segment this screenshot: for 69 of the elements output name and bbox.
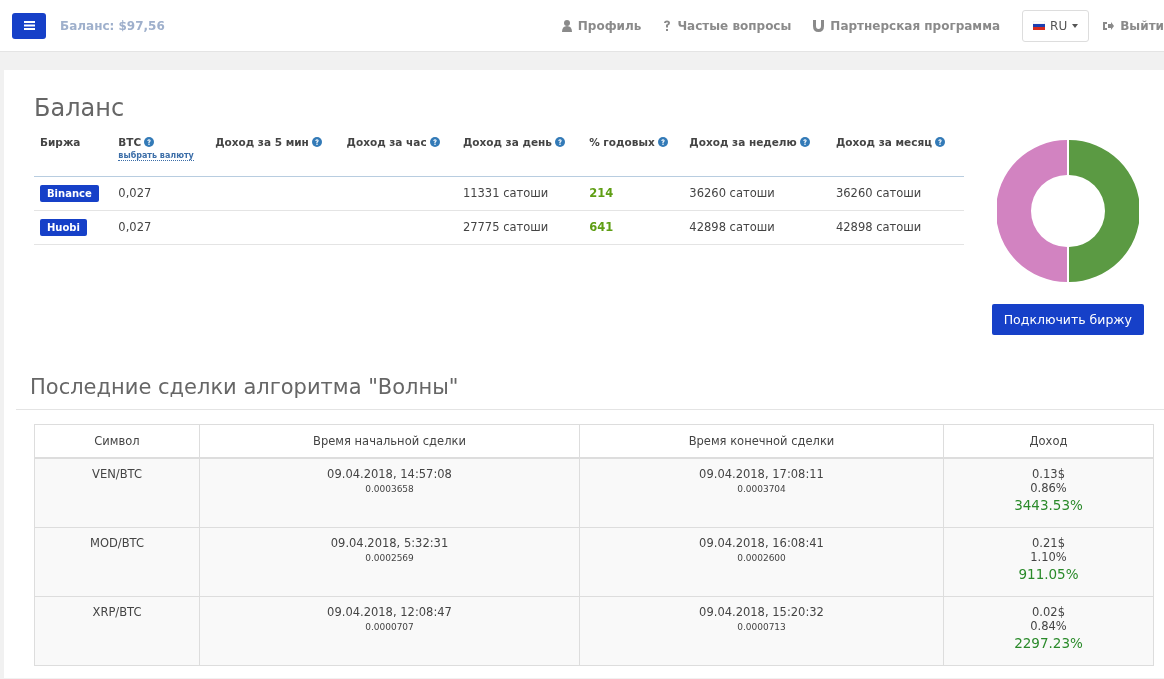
trade-time: 09.04.2018, 15:20:32 xyxy=(698,604,825,619)
trade-price: 0.0003658 xyxy=(364,484,415,494)
trade-price: 0.0000713 xyxy=(736,621,787,632)
help-icon[interactable] xyxy=(554,137,565,147)
column-header: Доход за неделю xyxy=(689,136,797,148)
trade-price: 0.0003704 xyxy=(736,484,787,494)
logout-link[interactable]: Выйти xyxy=(1103,18,1164,33)
exit-icon xyxy=(1103,20,1115,31)
trade-price: 0.0002600 xyxy=(736,552,787,563)
table-cell: 42898 сатоши xyxy=(683,210,830,244)
table-cell: 641 xyxy=(583,210,684,244)
table-cell: VEN/BTC xyxy=(34,458,200,527)
annual-percent: 2297.23% xyxy=(1013,634,1084,651)
trade-time: 09.04.2018, 14:57:08 xyxy=(326,467,453,481)
magnet-icon xyxy=(813,19,825,32)
trade-time: 09.04.2018, 5:32:31 xyxy=(329,535,450,550)
nav-link[interactable]: Профиль xyxy=(561,18,642,33)
nav-link[interactable]: Частые вопросы xyxy=(663,18,792,33)
column-header: % годовых xyxy=(589,136,655,148)
profit-usd: 0.02$ xyxy=(1031,604,1066,619)
help-icon[interactable] xyxy=(429,137,440,147)
column-header: BTC xyxy=(118,136,142,148)
table-cell: 0,027 xyxy=(112,176,210,210)
column-header: Доход за месяц xyxy=(835,136,932,148)
table-cell: 0,027 xyxy=(112,210,210,244)
help-icon[interactable] xyxy=(799,137,810,147)
table-cell: MOD/BTC xyxy=(34,527,200,596)
exchange-badge: Huobi xyxy=(40,218,87,236)
table-cell: 27775 сатоши xyxy=(456,210,584,244)
profit-usd: 0.21$ xyxy=(1031,535,1066,550)
question-icon xyxy=(663,19,672,32)
table-cell: 214 xyxy=(583,176,684,210)
trade-price: 0.0000707 xyxy=(364,621,415,632)
column-header: Доход за час xyxy=(346,136,427,148)
column-header: Доход за день xyxy=(462,136,552,148)
trade-time: 09.04.2018, 12:08:47 xyxy=(326,604,453,619)
profit-usd: 0.13$ xyxy=(1031,467,1066,481)
language-dropdown[interactable]: RU xyxy=(1022,9,1090,42)
user-icon xyxy=(561,19,572,32)
trade-time: 09.04.2018, 17:08:11 xyxy=(698,467,825,481)
connect-exchange-button[interactable]: Подключить биржу xyxy=(991,304,1144,335)
caret-icon xyxy=(1072,23,1079,28)
annual-percent: 3443.53% xyxy=(1013,497,1084,513)
trade-time: 09.04.2018, 16:08:41 xyxy=(698,535,825,550)
table-cell: XRP/BTC xyxy=(34,596,200,665)
flag-icon xyxy=(1033,21,1046,30)
help-icon[interactable] xyxy=(934,137,945,147)
annual-percent: 911.05% xyxy=(1017,565,1080,582)
exchange-badge: Binance xyxy=(40,184,99,202)
nav-link[interactable]: Партнерская программа xyxy=(813,18,1001,33)
menu-button[interactable] xyxy=(12,12,46,39)
table-cell: 36260 сатоши xyxy=(683,176,830,210)
profit-percent: 0.84% xyxy=(1029,618,1068,633)
choose-currency-link[interactable]: выбрать валюту xyxy=(118,151,194,161)
column-header: Биржа xyxy=(40,136,81,148)
table-cell: 11331 сатоши xyxy=(456,176,584,210)
trade-price: 0.0002569 xyxy=(364,552,415,563)
help-icon[interactable] xyxy=(657,137,668,147)
help-icon[interactable] xyxy=(311,137,322,147)
profit-percent: 1.10% xyxy=(1029,549,1068,564)
table-cell: 42898 сатоши xyxy=(829,210,964,244)
section-title: Последние сделки алгоритма "Волны" xyxy=(29,375,460,401)
table-cell: 36260 сатоши xyxy=(829,176,964,210)
profit-percent: 0.86% xyxy=(1029,481,1068,495)
balance-text: Баланс: $97,56 xyxy=(60,18,165,33)
section-title: Баланс xyxy=(34,94,126,122)
help-icon[interactable] xyxy=(144,137,155,147)
column-header: Доход за 5 мин xyxy=(215,136,309,148)
menu-icon xyxy=(23,21,35,30)
